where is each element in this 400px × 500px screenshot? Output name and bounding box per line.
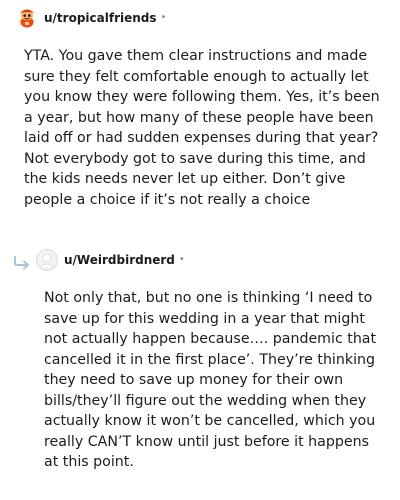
default-avatar-icon[interactable] bbox=[36, 249, 58, 271]
comment-header: u/tropicalfriends • bbox=[16, 6, 386, 30]
comment-header: u/Weirdbirdnerd • bbox=[12, 248, 388, 272]
reply-comment: u/Weirdbirdnerd • Not only that, but no … bbox=[12, 248, 388, 473]
separator-dot: • bbox=[178, 254, 185, 265]
comment-username[interactable]: u/tropicalfriends bbox=[44, 11, 157, 25]
snoo-avatar-icon[interactable] bbox=[16, 7, 38, 29]
comment-body: Not only that, but no one is thinking ‘I… bbox=[44, 290, 377, 470]
comment-username[interactable]: u/Weirdbirdnerd bbox=[64, 253, 175, 267]
reply-arrow-icon bbox=[12, 255, 32, 270]
comment: u/tropicalfriends • YTA. You gave them c… bbox=[16, 6, 386, 210]
separator-dot: • bbox=[160, 12, 167, 23]
comment-body: YTA. You gave them clear instructions an… bbox=[24, 48, 380, 208]
